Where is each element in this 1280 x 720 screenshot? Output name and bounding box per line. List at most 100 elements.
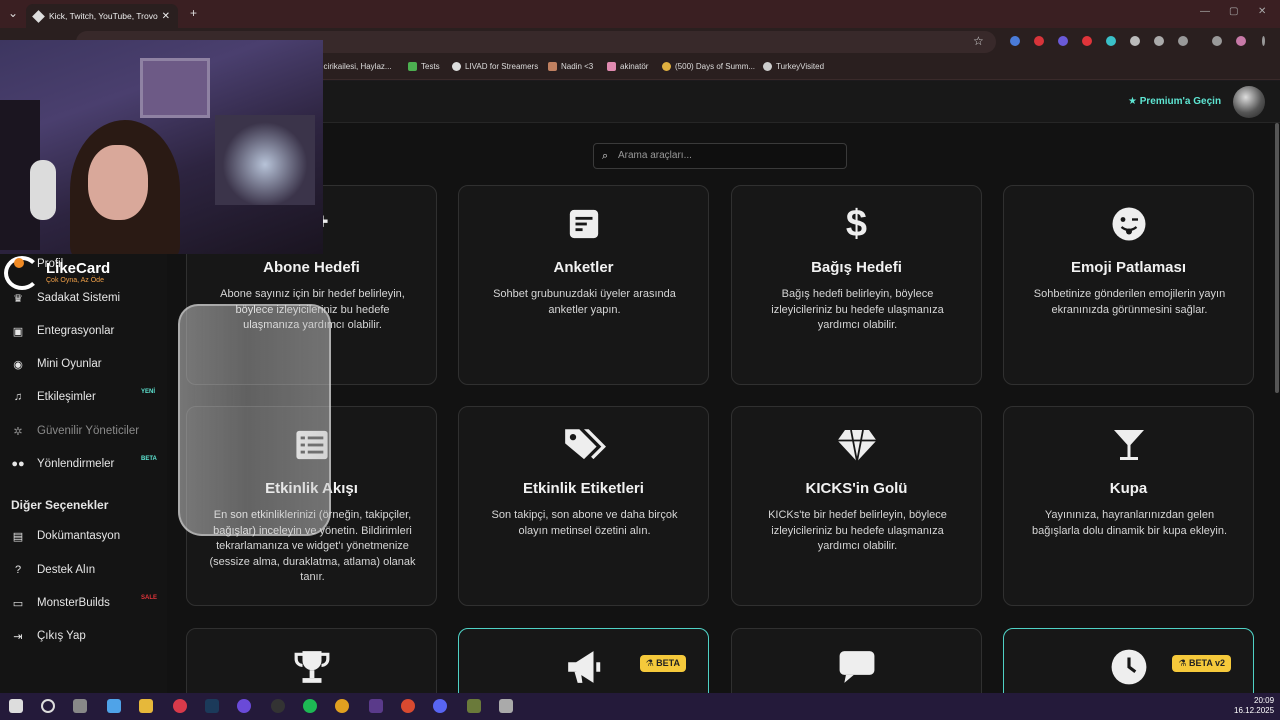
- search-input[interactable]: ⌕ Arama araçları...: [593, 143, 847, 169]
- extension-icon[interactable]: [1058, 36, 1068, 46]
- start-icon[interactable]: [9, 699, 23, 713]
- browser-titlebar: ⌄ Kick, Twitch, YouTube, Trovo ve ✕ + — …: [0, 0, 1280, 28]
- browser-tab[interactable]: Kick, Twitch, YouTube, Trovo ve ✕: [26, 4, 178, 28]
- opera-icon[interactable]: [173, 699, 187, 713]
- card-title: Abone Hedefi: [263, 259, 360, 276]
- search-icon: ⌕: [602, 150, 609, 162]
- trophy-icon: ♛: [13, 292, 23, 305]
- app-icon[interactable]: [499, 699, 513, 713]
- search-icon[interactable]: [41, 699, 55, 713]
- sidebar-item-monsterbuilds[interactable]: ▭ MonsterBuilds: [11, 597, 110, 610]
- discord-icon[interactable]: [433, 699, 447, 713]
- sponsor-tagline: Çok Oyna, Az Öde: [46, 277, 104, 284]
- tab-close-icon[interactable]: ✕: [162, 11, 170, 22]
- extension-icon[interactable]: [1082, 36, 1092, 46]
- profile-icon[interactable]: [1236, 36, 1246, 46]
- sidebar-item-dokumantasyon[interactable]: ▤ Dokümantasyon: [11, 530, 120, 543]
- emoji-icon: [1004, 204, 1253, 244]
- reading-list-icon[interactable]: [1212, 36, 1222, 46]
- widget-card-emoji-patlamasi[interactable]: Emoji Patlaması Sohbetinize gönderilen e…: [1003, 185, 1254, 385]
- sidebar-item-cikis[interactable]: ⇥ Çıkış Yap: [11, 630, 85, 643]
- card-description: Sohbetinize gönderilen emojilerin yayın …: [1033, 288, 1226, 316]
- minimize-icon[interactable]: —: [1200, 6, 1210, 17]
- sidebar-item-sadakat[interactable]: ♛ Sadakat Sistemi: [11, 292, 120, 305]
- webcam-overlay: [0, 40, 323, 254]
- trophy-icon: [187, 647, 436, 687]
- plug-icon: ▣: [12, 325, 24, 338]
- logout-icon: ⇥: [13, 630, 23, 643]
- app-icon[interactable]: [271, 699, 285, 713]
- bookmark-item[interactable]: LIVAD for Streamers: [452, 62, 538, 71]
- card-title: Kupa: [1109, 480, 1148, 497]
- premium-button[interactable]: ★ Premium'a Geçin: [1128, 96, 1221, 107]
- sidebar-item-destek[interactable]: ? Destek Alın: [11, 564, 95, 576]
- sidebar-item-etkilesimler[interactable]: ♫ Etkileşimler: [11, 391, 96, 403]
- sidebar-item-mini-oyunlar[interactable]: ◉ Mini Oyunlar: [11, 358, 101, 371]
- sponsor-name: LikeCard: [46, 260, 111, 277]
- card-title: Bağış Hedefi: [811, 259, 902, 276]
- clock-time: 20:09: [1254, 696, 1275, 705]
- widget-card-anketler[interactable]: Anketler Sohbet grubunuzdaki üyeler aras…: [458, 185, 709, 385]
- gear-icon: ✲: [13, 425, 23, 438]
- app-icon[interactable]: [467, 699, 481, 713]
- tags-icon: [459, 425, 708, 465]
- card-title: KICKS'in Golü: [805, 480, 908, 497]
- extensions-puzzle-icon[interactable]: [1178, 36, 1188, 46]
- bookmark-item[interactable]: Tests: [408, 62, 440, 71]
- taskbar: [0, 693, 1280, 720]
- bookmark-item[interactable]: (500) Days of Summ...: [662, 62, 755, 71]
- bookmark-star-icon[interactable]: ☆: [973, 34, 984, 48]
- chrome-icon[interactable]: [335, 699, 349, 713]
- cocktail-icon: [1004, 425, 1253, 465]
- card-title: Anketler: [553, 259, 614, 276]
- tab-search-icon[interactable]: ⌄: [8, 6, 18, 20]
- copilot-icon[interactable]: [107, 699, 121, 713]
- spotify-icon[interactable]: [303, 699, 317, 713]
- widget-card-kicks-golu[interactable]: KICKS'in Golü KICKs'te bir hedef belirle…: [731, 406, 982, 606]
- sidebar-item-yonlendirmeler[interactable]: ●● Yönlendirmeler: [11, 458, 114, 470]
- app-icon[interactable]: [237, 699, 251, 713]
- extension-icon[interactable]: [1106, 36, 1116, 46]
- tab-favicon-icon: [32, 9, 45, 23]
- card-description: KICKs'te bir hedef belirleyin, böylece i…: [768, 509, 947, 552]
- extension-icon[interactable]: [1034, 36, 1044, 46]
- task-view-icon[interactable]: [73, 699, 87, 713]
- widget-card-etkinlik-etiketleri[interactable]: Etkinlik Etiketleri Son takipçi, son abo…: [458, 406, 709, 606]
- help-icon: ?: [14, 564, 22, 576]
- file-explorer-icon[interactable]: [139, 699, 153, 713]
- maximize-icon[interactable]: ▢: [1229, 6, 1238, 17]
- sidebar-item-guvenilir-yoneticiler[interactable]: ✲ Güvenilir Yöneticiler: [11, 425, 139, 438]
- window-close-icon[interactable]: ✕: [1258, 6, 1266, 17]
- bookmark-item[interactable]: ilcirikailesi, Haylaz...: [320, 62, 392, 71]
- document-icon: ▤: [12, 530, 24, 543]
- clock-date: 16.12.2025: [1234, 706, 1275, 715]
- new-tab-button[interactable]: +: [190, 6, 197, 20]
- menu-icon[interactable]: [1262, 36, 1265, 46]
- extension-icon[interactable]: [1130, 36, 1140, 46]
- beta-badge: ⚗ BETA v2: [1172, 655, 1231, 672]
- app-icon[interactable]: [401, 699, 415, 713]
- microphone-icon: [30, 160, 56, 220]
- card-description: Son takipçi, son abone ve daha birçok ol…: [491, 509, 678, 537]
- gamepad-icon: ◉: [13, 358, 23, 371]
- obs-icon[interactable]: [369, 699, 383, 713]
- card-title: Etkinlik Etiketleri: [523, 480, 644, 497]
- scrollbar-thumb[interactable]: [1275, 123, 1279, 393]
- beta-badge: ⚗ BETA: [639, 655, 686, 672]
- extension-icon[interactable]: [1010, 36, 1020, 46]
- sidebar-item-entegrasyonlar[interactable]: ▣ Entegrasyonlar: [11, 325, 115, 338]
- widget-card-kupa[interactable]: Kupa Yayınınıza, hayranlarınızdan gelen …: [1003, 406, 1254, 606]
- avatar[interactable]: [1233, 86, 1265, 118]
- steam-icon[interactable]: [205, 699, 219, 713]
- card-description: Sohbet grubunuzdaki üyeler arasında anke…: [493, 288, 676, 316]
- taskbar-clock[interactable]: 20:09 16.12.2025: [1234, 696, 1274, 716]
- scrollbar[interactable]: [1274, 123, 1280, 693]
- bookmark-item[interactable]: akinatör: [607, 62, 648, 71]
- bookmark-item[interactable]: TurkeyVisited: [763, 62, 824, 71]
- widget-card-bagis-hedefi[interactable]: $ Bağış Hedefi Bağış hedefi belirleyin, …: [731, 185, 982, 385]
- music-icon: ♫: [13, 391, 23, 403]
- diamond-icon: [732, 425, 981, 465]
- bookmark-item[interactable]: Nadin <3: [548, 62, 593, 71]
- extension-icon[interactable]: [1154, 36, 1164, 46]
- tab-title: Kick, Twitch, YouTube, Trovo ve: [49, 11, 158, 21]
